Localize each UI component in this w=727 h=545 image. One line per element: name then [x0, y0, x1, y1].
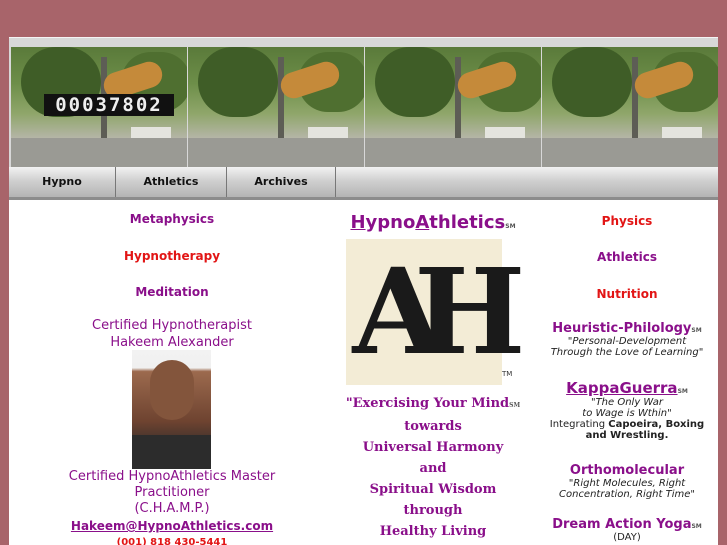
link-athletics[interactable]: Athletics: [527, 250, 718, 264]
banner-photo-3: [365, 47, 541, 168]
heuristic-title[interactable]: Heuristic-Philology: [552, 321, 691, 336]
link-metaphysics[interactable]: Metaphysics: [9, 212, 335, 226]
heuristic-section: Heuristic-PhilologySM "Personal-Developm…: [527, 321, 718, 358]
logo-letters: AH: [352, 242, 525, 381]
ortho-title[interactable]: Orthomolecular: [527, 463, 718, 478]
yoga-section: Dream Action YogaSM (DAY): [527, 517, 718, 543]
portrait-photo: [132, 350, 211, 469]
motto-line-0: "Exercising Your MindSM: [345, 396, 521, 411]
brand-h: H: [350, 212, 366, 233]
kappa-sub-1: "The Only War: [590, 397, 664, 408]
brand-a: A: [415, 212, 430, 233]
brand-title: HypnoAthleticsSM: [324, 212, 542, 233]
kappa-link[interactable]: KappaGuerra: [566, 379, 677, 397]
kappa-section: KappaGuerraSM "The Only War to Wage is W…: [527, 379, 718, 441]
practitioner-title: Certified Hypnotherapist Hakeem Alexande…: [9, 317, 335, 351]
ortho-sub-2: Concentration, Right Time": [559, 489, 695, 500]
banner-photo-4: [542, 47, 718, 168]
page: 00037802 Hypno Athletics Archives Metaph…: [9, 37, 718, 545]
motto-line-1: towards: [404, 419, 462, 434]
email-link[interactable]: Hakeem@HypnoAthletics.com: [71, 519, 273, 533]
nav-tab-athletics[interactable]: Athletics: [116, 167, 227, 197]
header-banner: 00037802: [9, 37, 718, 168]
motto-line-5: through: [403, 503, 463, 518]
brand-ypno: ypno: [365, 212, 416, 233]
nav-bar: Hypno Athletics Archives: [9, 167, 718, 200]
role-line-1: Certified HypnoAthletics Master: [68, 469, 276, 484]
role-line-2: Practitioner: [134, 485, 210, 500]
role-acronym: (C.H.A.M.P.): [134, 501, 210, 516]
phone-number: (001) 818 430-5441: [116, 537, 228, 545]
kappa-sub-3-bold: Capoeira, Boxing: [608, 419, 705, 430]
link-meditation[interactable]: Meditation: [9, 285, 335, 299]
title-line-1: Certified Hypnotherapist: [92, 318, 252, 333]
link-physics[interactable]: Physics: [527, 214, 718, 228]
kappa-sub-4: and Wrestling.: [585, 430, 669, 441]
yoga-title[interactable]: Dream Action Yoga: [552, 517, 691, 532]
motto: "Exercising Your MindSM towards Universa…: [324, 393, 542, 542]
kappa-sub-3-pre: Integrating: [549, 419, 609, 430]
link-hypnotherapy[interactable]: Hypnotherapy: [9, 249, 335, 263]
motto-line-6: Healthy Living: [379, 524, 487, 539]
visitor-counter: 00037802: [44, 94, 174, 116]
service-mark: SM: [505, 223, 516, 230]
email-row: Hakeem@HypnoAthletics.com: [9, 519, 335, 533]
link-nutrition[interactable]: Nutrition: [527, 287, 718, 301]
banner-photo-2: [188, 47, 364, 168]
brand-thletics: thletics: [429, 212, 506, 233]
heuristic-sub-2: Through the Love of Learning": [550, 347, 704, 358]
ortho-sub-1: "Right Molecules, Right: [568, 478, 686, 489]
motto-line-4: Spiritual Wisdom: [369, 482, 497, 497]
ortho-section: Orthomolecular "Right Molecules, Right C…: [527, 463, 718, 500]
title-line-2: Hakeem Alexander: [110, 335, 234, 350]
ah-logo: AH: [346, 239, 526, 385]
nav-tab-archives[interactable]: Archives: [227, 167, 336, 197]
yoga-sub: (DAY): [613, 532, 641, 543]
motto-line-2: Universal Harmony: [362, 440, 504, 455]
kappa-sub-2: to Wage is Wthin": [582, 408, 672, 419]
motto-line-3: and: [419, 461, 447, 476]
champ-title: Certified HypnoAthletics Master Practiti…: [9, 469, 335, 517]
nav-tab-hypno[interactable]: Hypno: [9, 167, 116, 197]
heuristic-sub-1: "Personal-Development: [567, 336, 687, 347]
trademark: TM: [502, 370, 513, 378]
